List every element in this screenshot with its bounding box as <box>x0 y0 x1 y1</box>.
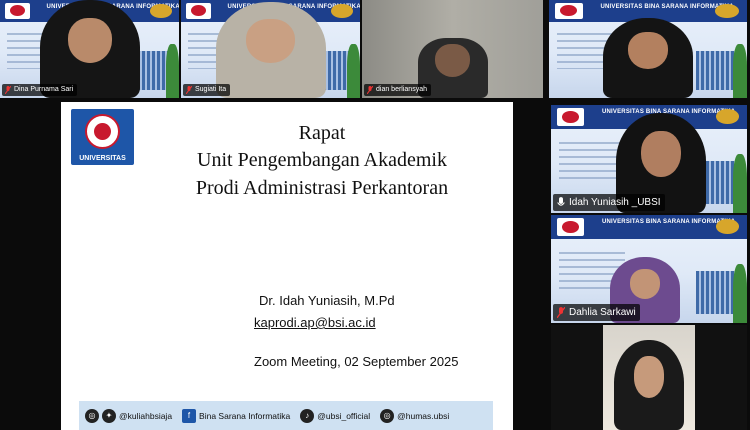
video-tile-active-speaker[interactable]: UNIVERSITAS BINA SARANA INFORMATIKA Idah… <box>551 105 747 213</box>
instagram-icon: ◎ <box>85 408 99 423</box>
video-tile-3[interactable]: dian berliansyah <box>362 0 543 98</box>
participant-name-tag: Dahlia Sarkawi <box>553 304 640 321</box>
mic-muted-icon <box>557 307 565 318</box>
shared-screen-slide: UNIVERSITAS Rapat Unit Pengembangan Akad… <box>61 102 513 430</box>
participant-video <box>614 340 684 430</box>
meeting-info: Zoom Meeting, 02 September 2025 <box>254 354 459 369</box>
speaker-email: kaprodi.ap@bsi.ac.id <box>254 315 376 330</box>
mic-muted-icon <box>367 86 373 94</box>
mic-muted-icon <box>186 86 192 94</box>
logo-caption: UNIVERSITAS <box>79 155 126 162</box>
social-handle: Bina Sarana Informatika <box>199 410 291 421</box>
facebook-icon: f <box>182 408 197 423</box>
university-logo: UNIVERSITAS <box>71 109 134 165</box>
mic-icon <box>557 197 565 206</box>
tiktok-icon: ♪ <box>300 408 315 423</box>
video-tile-1[interactable]: UNIVERSITAS BINA SARANA INFORMATIKA Dina… <box>0 0 179 98</box>
social-handle: @humas.ubsi <box>397 410 450 421</box>
social-media-footer: ◎ ✦ @kuliahbsiaja f Bina Sarana Informatika… <box>79 401 493 430</box>
twitter-icon: ✦ <box>102 408 116 423</box>
instagram-icon: ◎ <box>380 408 395 423</box>
video-tile-2[interactable]: UNIVERSITAS BINA SARANA INFORMATIKA Sugi… <box>181 0 360 98</box>
slide-subtitle-unit: Unit Pengembangan Akademik <box>197 149 447 171</box>
video-tile-4[interactable]: UNIVERSITAS BINA SARANA INFORMATIKA <box>549 0 747 98</box>
slide-subtitle-prodi: Prodi Administrasi Perkantoran <box>195 177 449 199</box>
social-handle: @ubsi_official <box>317 410 371 421</box>
participant-name-tag: Idah Yuniasih _UBSI <box>553 194 665 211</box>
participant-name-tag: Sugiati Ita <box>183 84 231 96</box>
video-tile-7[interactable] <box>551 325 747 430</box>
mic-muted-icon <box>5 86 11 94</box>
participant-video <box>215 2 326 98</box>
speaker-name: Dr. Idah Yuniasih, M.Pd <box>259 293 395 308</box>
social-handle: @kuliahbsiaja <box>119 410 173 421</box>
bsi-emblem-icon <box>85 114 120 149</box>
slide-title: Rapat <box>298 122 346 144</box>
participant-video <box>603 18 693 98</box>
participant-name-tag: dian berliansyah <box>364 84 431 96</box>
participant-name-tag: Dina Purnama Sari <box>2 84 78 96</box>
video-tile-6[interactable]: UNIVERSITAS BINA SARANA INFORMATIKA Dahl… <box>551 215 747 323</box>
